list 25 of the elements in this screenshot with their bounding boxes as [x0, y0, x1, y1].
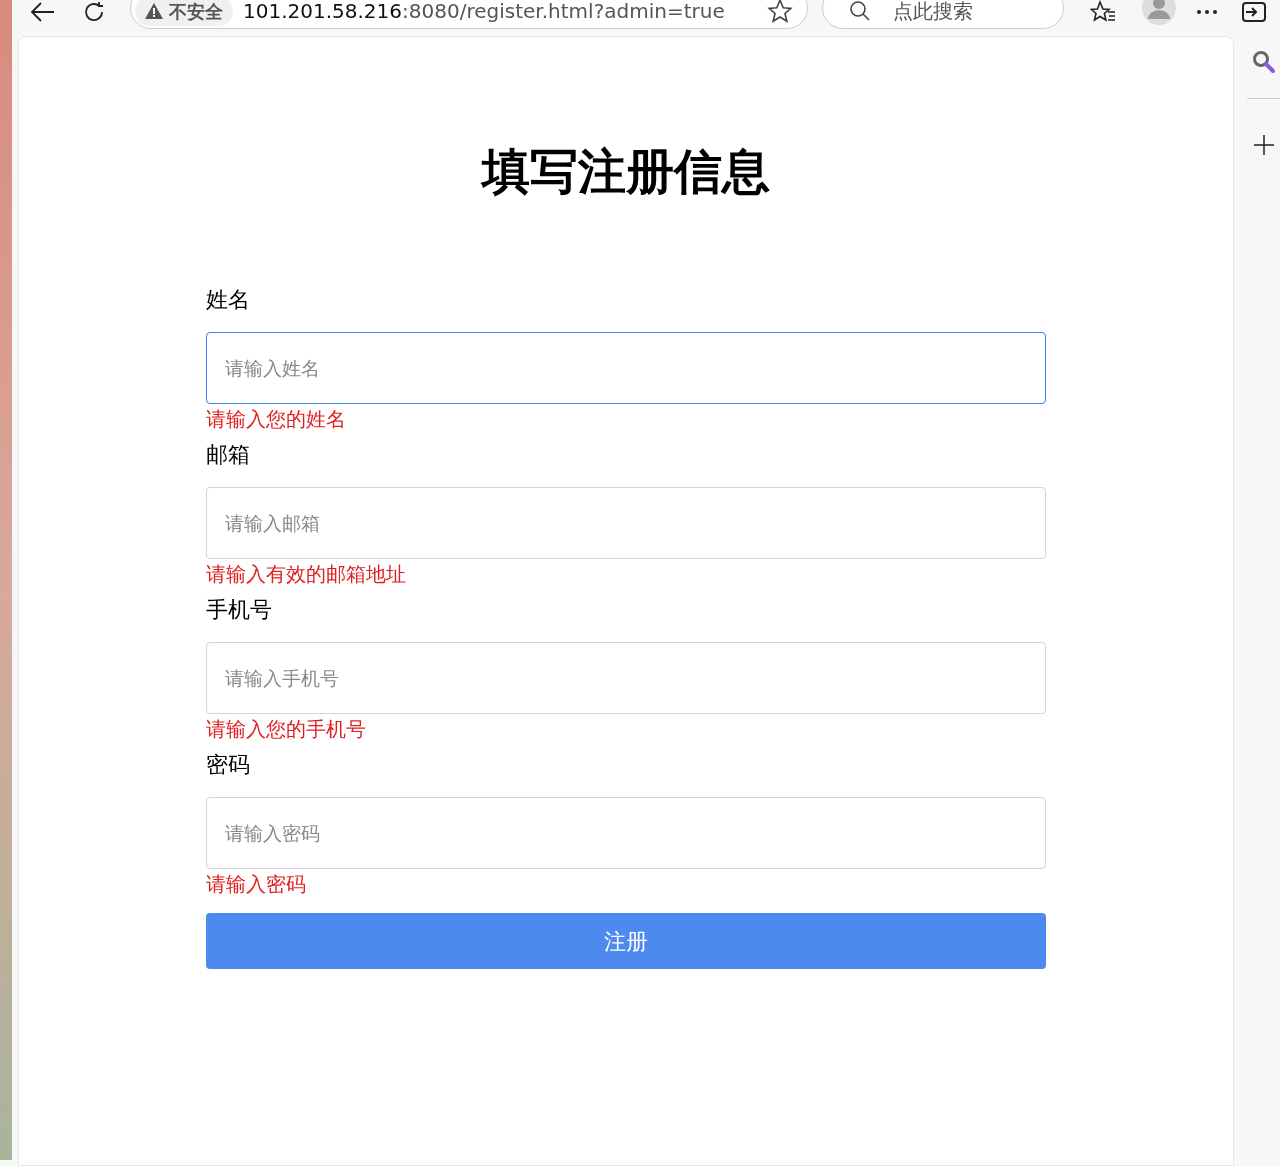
field-label: 密码 — [206, 751, 251, 779]
input-field[interactable]: 请输入姓名 — [206, 332, 1046, 404]
field-label: 邮箱 — [206, 441, 251, 469]
error-message: 请输入您的手机号 — [206, 716, 367, 743]
error-message: 请输入密码 — [206, 871, 307, 898]
address-bar[interactable]: 不安全 101.201.58.216:8080/register.html?admin=true — [130, 0, 808, 29]
back-icon[interactable] — [30, 1, 56, 23]
error-message: 请输入有效的邮箱地址 — [206, 561, 407, 588]
page-title: 填写注册信息 — [482, 147, 770, 195]
favorites-icon[interactable] — [1090, 0, 1116, 24]
profile-avatar-icon[interactable] — [1142, 0, 1176, 25]
field-label: 姓名 — [206, 286, 251, 314]
field-label: 手机号 — [206, 596, 273, 624]
star-icon[interactable] — [767, 0, 793, 24]
more-icon[interactable] — [1196, 9, 1218, 15]
add-icon[interactable] — [1253, 135, 1274, 155]
search-icon[interactable] — [1251, 50, 1276, 74]
sidebar-toggle-icon[interactable] — [1242, 1, 1266, 23]
warning-icon — [145, 3, 163, 19]
search-bar[interactable]: 点此搜索 — [822, 0, 1064, 29]
url-text: 101.201.58.216:8080/register.html?admin=true — [243, 0, 725, 25]
security-indicator[interactable]: 不安全 — [135, 0, 233, 26]
search-icon — [849, 0, 871, 22]
error-message: 请输入您的姓名 — [206, 406, 347, 433]
refresh-icon[interactable] — [82, 0, 106, 24]
